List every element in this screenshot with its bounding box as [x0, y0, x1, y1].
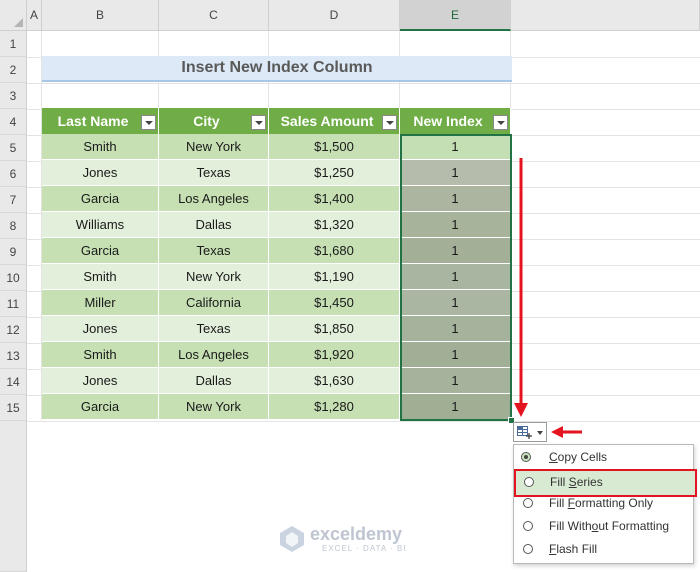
- menu-item-copy-cells[interactable]: Copy Cells: [515, 446, 692, 468]
- menu-item-label: Fill Without Formatting: [549, 519, 670, 533]
- watermark: exceldemy EXCEL · DATA · BI: [278, 522, 428, 556]
- menu-item-label: Flash Fill: [549, 542, 598, 556]
- auto-fill-options-menu: Copy Cells Fill Series Fill Formatting Onl…: [513, 444, 697, 564]
- menu-item-label: Fill Series: [550, 475, 603, 489]
- down-arrow-head: [514, 403, 528, 417]
- menu-item-fill-formatting-only[interactable]: Fill Formatting Only: [515, 492, 692, 514]
- menu-item-label: Fill Formatting Only: [549, 496, 654, 510]
- auto-fill-options-icon: [517, 426, 532, 439]
- menu-item-label: Copy Cells: [549, 450, 608, 464]
- watermark-tagline: EXCEL · DATA · BI: [322, 544, 407, 553]
- left-arrow-head: [551, 426, 563, 438]
- radio-button-icon: [524, 477, 534, 487]
- radio-button-icon: [523, 544, 533, 554]
- exceldemy-logo-icon: [280, 526, 304, 552]
- menu-item-flash-fill[interactable]: Flash Fill: [515, 538, 692, 560]
- radio-button-icon: [523, 498, 533, 508]
- radio-button-icon: [523, 521, 533, 531]
- menu-item-fill-without-formatting[interactable]: Fill Without Formatting: [515, 515, 692, 537]
- watermark-name: exceldemy: [310, 524, 403, 544]
- auto-fill-options-button[interactable]: [513, 422, 547, 442]
- radio-button-icon: [521, 452, 531, 462]
- chevron-down-icon: [537, 431, 543, 435]
